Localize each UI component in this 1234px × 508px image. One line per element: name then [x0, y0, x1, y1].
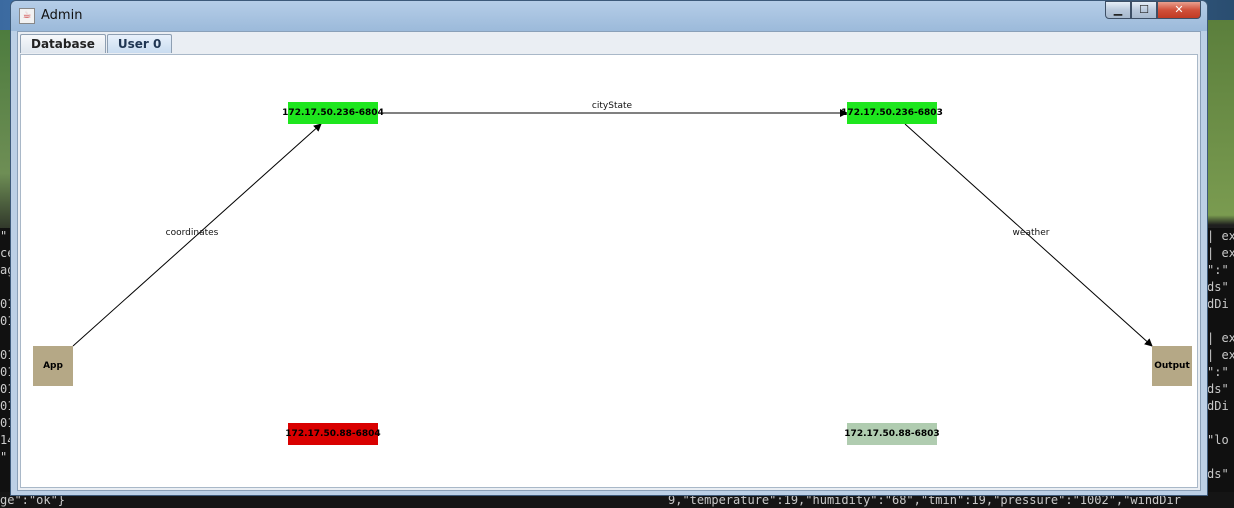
node-app[interactable]: App [33, 346, 73, 386]
admin-window: ☕ Admin ▁ ☐ ✕ Database User 0 App Output… [10, 0, 1208, 496]
node-172-17-50-88-6804[interactable]: 172.17.50.88-6804 [285, 423, 381, 445]
minimize-button[interactable]: ▁ [1105, 1, 1131, 19]
edge-label-weather: weather [1012, 228, 1050, 238]
window-controls: ▁ ☐ ✕ [1105, 1, 1201, 21]
edge-label-citystate: cityState [591, 101, 633, 111]
node-output[interactable]: Output [1152, 346, 1192, 386]
tab-bar: Database User 0 [20, 34, 173, 54]
maximize-button[interactable]: ☐ [1131, 1, 1157, 19]
topology-canvas: App Output 172.17.50.236-6804 172.17.50.… [20, 54, 1198, 488]
close-button[interactable]: ✕ [1157, 1, 1201, 19]
edge-label-coordinates: coordinates [165, 228, 219, 238]
node-172-17-50-88-6803[interactable]: 172.17.50.88-6803 [844, 423, 940, 445]
window-title: Admin [41, 8, 83, 23]
tab-user-0[interactable]: User 0 [106, 34, 173, 53]
edges-layer [72, 109, 1153, 347]
node-172-17-50-236-6803[interactable]: 172.17.50.236-6803 [841, 102, 943, 124]
node-172-17-50-236-6804[interactable]: 172.17.50.236-6804 [282, 102, 384, 124]
java-app-icon: ☕ [19, 8, 35, 24]
tab-database[interactable]: Database [20, 34, 106, 53]
title-bar[interactable]: ☕ Admin ▁ ☐ ✕ [11, 1, 1207, 31]
window-content: Database User 0 App Output 172.17.50.236… [17, 31, 1201, 491]
background-terminal-right: | ex | ex ":" ds" dDi | ex | ex ":" ds" … [1207, 228, 1234, 508]
